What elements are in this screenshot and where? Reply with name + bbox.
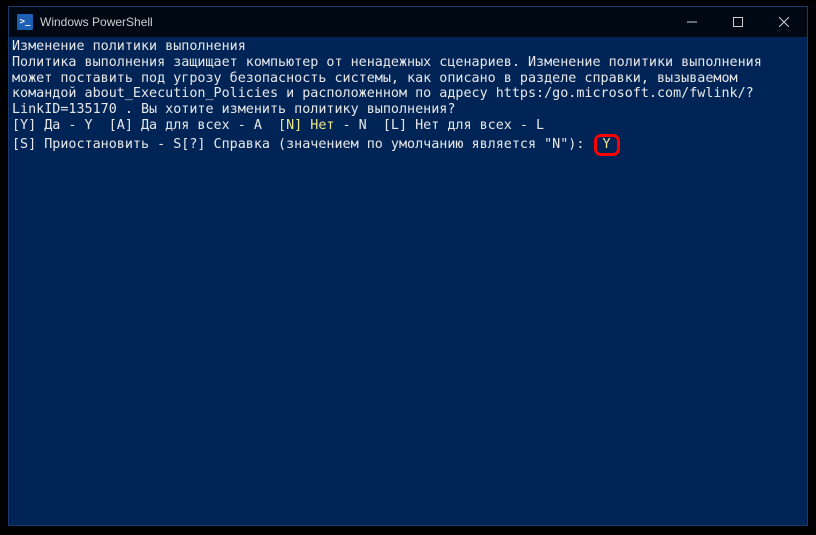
opts-post: - N [L] Нет для всех - L — [334, 118, 544, 133]
terminal[interactable]: Изменение политики выполненияПолитика вы… — [9, 37, 807, 525]
close-button[interactable] — [761, 7, 807, 37]
terminal-options-line: [Y] Да - Y [A] Да для всех - A [N] Нет -… — [12, 118, 804, 134]
window-title: Windows PowerShell — [40, 15, 153, 29]
opts-pre: [Y] Да - Y [A] Да для всех - A — [12, 118, 278, 133]
maximize-button[interactable] — [715, 7, 761, 37]
opts-highlight: [N] Нет — [278, 118, 334, 133]
user-input[interactable]: Y — [594, 134, 619, 156]
titlebar[interactable]: >_ Windows PowerShell — [9, 7, 807, 37]
title-left: >_ Windows PowerShell — [9, 14, 153, 30]
prompt-text: [S] Приостановить - S[?] Справка (значен… — [12, 137, 592, 152]
powershell-icon: >_ — [17, 14, 33, 30]
powershell-window: >_ Windows PowerShell Изменение политики… — [8, 6, 808, 526]
minimize-button[interactable] — [669, 7, 715, 37]
terminal-prompt-line: [S] Приостановить - S[?] Справка (значен… — [12, 134, 804, 156]
window-controls — [669, 7, 807, 37]
terminal-heading: Изменение политики выполнения — [12, 39, 804, 55]
terminal-body: Политика выполнения защищает компьютер о… — [12, 55, 804, 118]
